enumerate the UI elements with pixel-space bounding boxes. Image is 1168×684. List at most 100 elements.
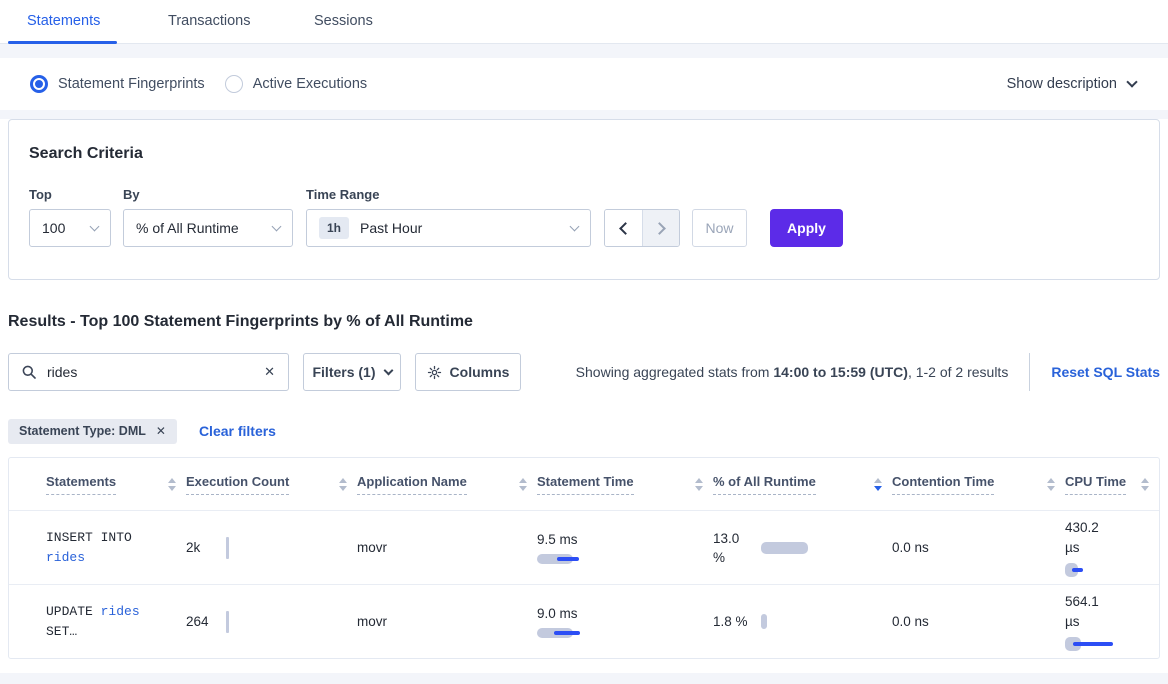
previous-time-button[interactable] — [605, 210, 642, 246]
time-range-value: Past Hour — [360, 220, 422, 236]
column-header-execution-count[interactable]: Execution Count — [186, 474, 357, 495]
top-select-value: 100 — [42, 220, 65, 236]
time-range-label: Time Range — [306, 187, 591, 202]
clear-search-icon[interactable]: ✕ — [264, 364, 275, 380]
by-label: By — [123, 187, 293, 202]
page-background-strip — [0, 110, 1168, 119]
table-row[interactable]: UPDATE rides SET…264movr9.0 ms1.8 %0.0 n… — [9, 584, 1159, 658]
page-background-strip — [0, 673, 1168, 684]
tab-transactions[interactable]: Transactions — [168, 13, 250, 29]
results-summary-area: Showing aggregated stats from 14:00 to 1… — [576, 353, 1160, 391]
top-select[interactable]: 100 — [29, 209, 111, 247]
tab-sessions[interactable]: Sessions — [314, 13, 373, 29]
next-time-button[interactable] — [642, 210, 679, 246]
statements-table: Statements Execution Count Application Nam… — [8, 457, 1160, 659]
search-criteria-form: Top 100 By % of All Runtime Time Range 1… — [29, 187, 1139, 247]
execution-count-bar — [226, 537, 229, 559]
cpu-time-value: 564.1 µs — [1065, 592, 1115, 632]
chevron-right-icon — [653, 222, 666, 235]
top-label: Top — [29, 187, 111, 202]
results-controls-row: ✕ Filters (1) Columns Showing aggregated… — [8, 353, 1160, 391]
contention-time-value: 0.0 ns — [892, 540, 1065, 555]
application-name-value: movr — [357, 540, 537, 555]
column-label: Application Name — [357, 474, 467, 495]
statement-fingerprint: UPDATE rides SET… — [46, 602, 172, 642]
statements-page: Statements Transactions Sessions Stateme… — [0, 0, 1168, 684]
statement-text: INSERT INTO — [46, 530, 132, 545]
top-group: Top 100 — [29, 187, 111, 247]
statement-time-value: 9.0 ms — [537, 606, 713, 621]
column-header--of-all-runtime[interactable]: % of All Runtime — [713, 474, 892, 495]
show-description-label: Show description — [1007, 76, 1117, 92]
page-background-strip — [0, 44, 1168, 58]
column-header-application-name[interactable]: Application Name — [357, 474, 537, 495]
reset-sql-stats-link[interactable]: Reset SQL Stats — [1051, 364, 1160, 380]
statement-table-link[interactable]: rides — [101, 604, 140, 619]
pct-runtime-bar — [761, 542, 808, 554]
remove-filter-icon[interactable]: ✕ — [156, 424, 166, 438]
search-criteria-card: Search Criteria Top 100 By % of All Runt… — [8, 119, 1160, 280]
radio-active-executions[interactable]: Active Executions — [225, 75, 367, 93]
statement-text: UPDATE — [46, 604, 101, 619]
chevron-left-icon — [619, 222, 632, 235]
statement-search-box: ✕ — [8, 353, 289, 391]
by-select-value: % of All Runtime — [136, 220, 239, 236]
time-range-select[interactable]: 1h Past Hour — [306, 209, 591, 247]
sort-icon — [519, 478, 527, 491]
execution-count-bar — [226, 611, 229, 633]
column-label: Statements — [46, 474, 116, 495]
column-header-statement-time[interactable]: Statement Time — [537, 474, 713, 495]
radio-label: Active Executions — [253, 76, 367, 92]
time-range-group: Time Range 1h Past Hour — [306, 187, 591, 247]
show-description-toggle[interactable]: Show description — [1007, 76, 1136, 92]
tab-bar: Statements Transactions Sessions — [0, 0, 1168, 44]
chevron-down-icon — [570, 221, 580, 231]
columns-button[interactable]: Columns — [415, 353, 521, 391]
column-label: CPU Time — [1065, 474, 1126, 495]
apply-button[interactable]: Apply — [770, 209, 843, 247]
table-header: Statements Execution Count Application Nam… — [9, 458, 1159, 510]
column-label: Execution Count — [186, 474, 289, 495]
column-header-cpu-time[interactable]: CPU Time — [1065, 474, 1159, 495]
sort-icon — [1141, 478, 1149, 491]
search-criteria-title: Search Criteria — [29, 145, 1139, 163]
sort-icon — [168, 478, 176, 491]
radio-statement-fingerprints[interactable]: Statement Fingerprints — [30, 75, 205, 93]
column-header-statements[interactable]: Statements — [46, 474, 186, 495]
statement-time-bar — [537, 628, 580, 638]
sort-icon — [874, 478, 882, 491]
sort-icon — [339, 478, 347, 491]
time-range-badge: 1h — [319, 217, 349, 239]
time-range-pager — [604, 209, 680, 247]
columns-button-label: Columns — [450, 364, 510, 380]
tab-statements[interactable]: Statements — [27, 13, 100, 29]
column-header-contention-time[interactable]: Contention Time — [892, 474, 1065, 495]
search-icon — [22, 365, 36, 379]
view-mode-row: Statement Fingerprints Active Executions… — [0, 58, 1168, 110]
cpu-time-bar — [1065, 637, 1113, 651]
clear-filters-link[interactable]: Clear filters — [199, 423, 276, 439]
sort-icon — [695, 478, 703, 491]
chevron-down-icon — [90, 221, 100, 231]
filter-chip-statement-type[interactable]: Statement Type: DML ✕ — [8, 419, 177, 444]
cpu-time-bar — [1065, 563, 1083, 577]
table-body: INSERT INTO rides2kmovr9.5 ms13.0 %0.0 n… — [9, 510, 1159, 658]
execution-count-value: 2k — [186, 540, 226, 555]
table-row[interactable]: INSERT INTO rides 2k movr9.5 ms13.0 % 0.0 n… — [9, 510, 1159, 584]
by-select[interactable]: % of All Runtime — [123, 209, 293, 247]
filters-button[interactable]: Filters (1) — [303, 353, 401, 391]
stats-time-range: 14:00 to 15:59 (UTC) — [773, 364, 908, 380]
active-tab-indicator — [8, 41, 117, 44]
now-button[interactable]: Now — [692, 209, 747, 247]
active-filters-row: Statement Type: DML ✕ Clear filters — [8, 418, 1160, 444]
chevron-down-icon — [272, 221, 282, 231]
contention-time-value: 0.0 ns — [892, 614, 1065, 629]
vertical-divider — [1029, 353, 1030, 391]
statement-table-link[interactable]: rides — [46, 550, 85, 565]
pct-runtime-bar — [761, 614, 767, 629]
radio-unselected-icon — [225, 75, 243, 93]
statement-time-value: 9.5 ms — [537, 532, 713, 547]
application-name-value: movr — [357, 614, 537, 629]
pct-runtime-value: 13.0 % — [713, 529, 753, 567]
search-input[interactable] — [45, 363, 264, 381]
